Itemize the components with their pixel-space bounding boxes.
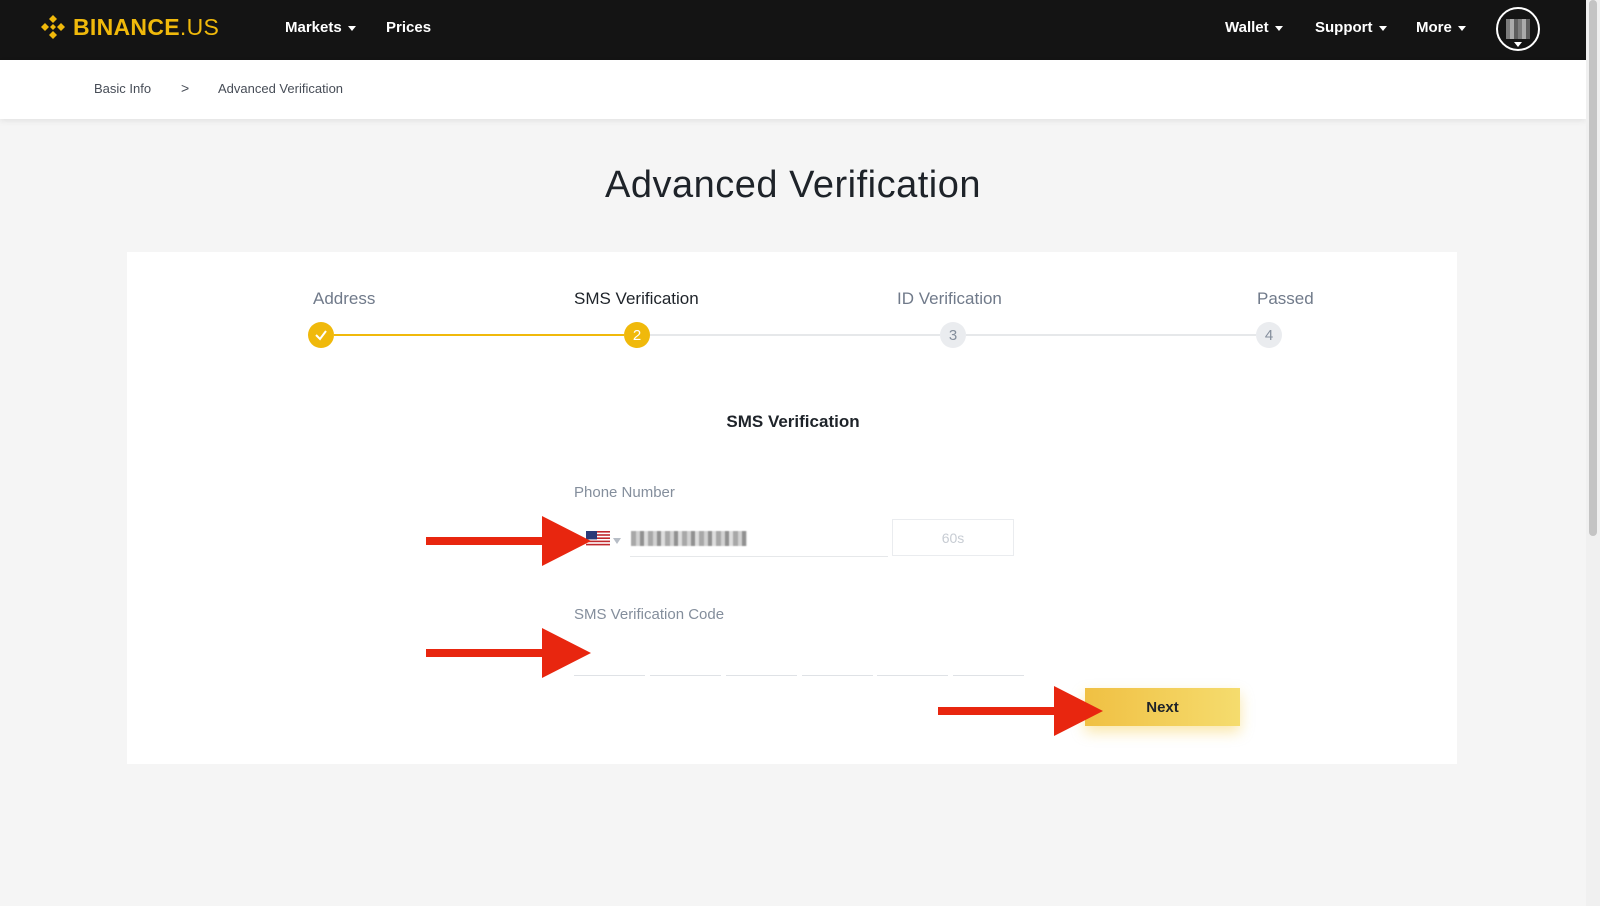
sms-code-digit-1[interactable]	[574, 640, 645, 676]
section-title: SMS Verification	[726, 412, 860, 431]
sms-code-label: SMS Verification Code	[574, 606, 725, 623]
step-connector-done	[334, 334, 624, 336]
binance-logo[interactable]: BINANCE.US	[38, 12, 219, 42]
nav-more-label: More	[1416, 19, 1452, 36]
nav-prices[interactable]: Prices	[386, 18, 431, 38]
avatar-image	[1506, 19, 1530, 39]
step-3-circle: 3	[940, 322, 966, 348]
resend-code-button[interactable]: 60s	[892, 519, 1014, 556]
next-button[interactable]: Next	[1085, 688, 1240, 726]
user-avatar[interactable]	[1496, 7, 1540, 51]
step-label-passed: Passed	[1257, 289, 1314, 308]
us-flag-icon[interactable]	[586, 531, 610, 547]
nav-wallet-label: Wallet	[1225, 19, 1269, 36]
nav-more[interactable]: More	[1416, 18, 1466, 38]
country-dropdown-caret-icon[interactable]	[613, 538, 621, 544]
step-4-circle: 4	[1256, 322, 1282, 348]
breadcrumb-advanced-verification: Advanced Verification	[218, 81, 344, 96]
page-title: Advanced Verification	[605, 164, 981, 206]
nav-markets[interactable]: Markets	[285, 18, 356, 38]
nav-support-label: Support	[1315, 19, 1373, 36]
nav-markets-label: Markets	[285, 19, 342, 36]
sms-code-digit-6[interactable]	[953, 640, 1024, 676]
binance-logo-icon	[41, 15, 65, 39]
sms-code-digit-4[interactable]	[802, 640, 873, 676]
top-nav: BINANCE.US Markets Prices Wallet Support…	[0, 0, 1586, 60]
nav-prices-label: Prices	[386, 19, 432, 36]
caret-down-icon	[347, 25, 356, 31]
sms-code-digit-2[interactable]	[650, 640, 721, 676]
step-label-id: ID Verification	[897, 289, 1002, 308]
caret-down-icon	[1378, 25, 1387, 31]
phone-number-label: Phone Number	[574, 484, 675, 501]
step-1-check-icon	[308, 322, 334, 348]
caret-down-icon	[1514, 42, 1522, 47]
step-2-circle: 2	[624, 322, 650, 348]
caret-down-icon	[1274, 25, 1283, 31]
step-label-sms: SMS Verification	[574, 289, 699, 308]
nav-wallet[interactable]: Wallet	[1225, 18, 1283, 38]
sms-code-digit-3[interactable]	[726, 640, 797, 676]
step-label-address: Address	[313, 289, 376, 308]
sms-code-digit-5[interactable]	[877, 640, 948, 676]
logo-text: BINANCE.US	[73, 14, 220, 40]
caret-down-icon	[1457, 25, 1466, 31]
breadcrumb-separator: >	[181, 80, 190, 96]
breadcrumb: Basic Info > Advanced Verification	[0, 60, 1586, 119]
nav-support[interactable]: Support	[1315, 18, 1387, 38]
breadcrumb-basic-info[interactable]: Basic Info	[94, 81, 151, 96]
step-connector	[966, 334, 1256, 336]
step-connector	[650, 334, 940, 336]
scrollbar-thumb[interactable]	[1589, 0, 1597, 536]
phone-number-redacted	[631, 531, 747, 546]
